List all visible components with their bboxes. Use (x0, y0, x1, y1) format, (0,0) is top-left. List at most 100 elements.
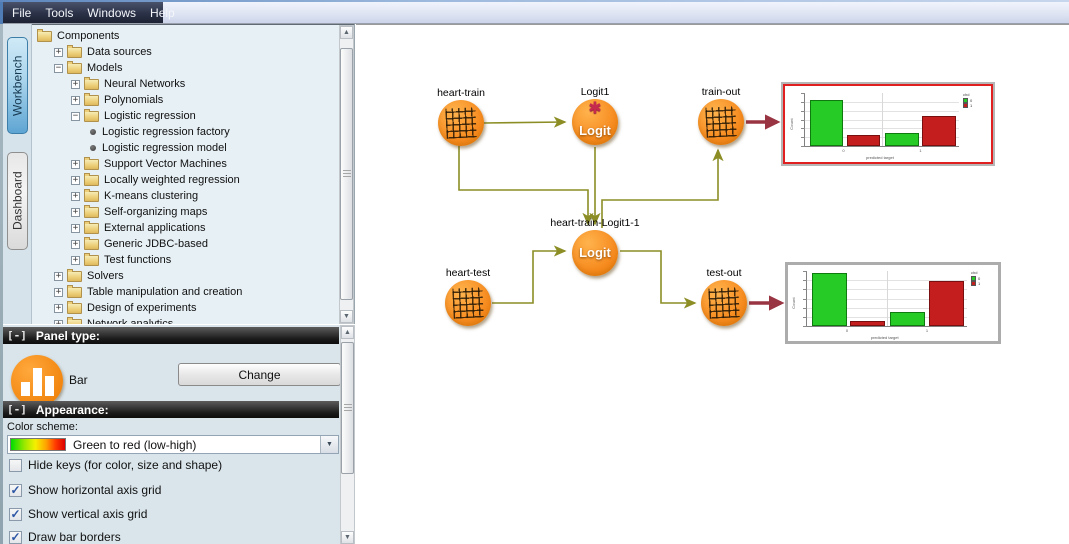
chevron-down-icon[interactable]: ▼ (320, 436, 338, 453)
collapse-icon[interactable]: [-] (7, 329, 27, 342)
folder-icon (84, 255, 99, 266)
expand-icon[interactable]: + (71, 240, 80, 249)
side-tab-workbench[interactable]: Workbench (7, 37, 28, 134)
tree-item-support-vector-machines[interactable]: + Support Vector Machines (33, 156, 337, 172)
node-heart-test[interactable] (445, 280, 491, 326)
tree-item-network-analytics[interactable]: +Network analytics (33, 316, 337, 324)
expand-icon[interactable]: + (71, 256, 80, 265)
tree-item-design-of-experiments[interactable]: +Design of experiments (33, 300, 337, 316)
menu-file[interactable]: File (12, 6, 31, 20)
collapse-icon[interactable]: − (71, 112, 80, 121)
tree-item-external-applications[interactable]: +External applications (33, 220, 337, 236)
y-tick (803, 326, 807, 327)
tree-item-data-sources[interactable]: +Data sources (33, 44, 337, 60)
scroll-down-icon[interactable]: ▼ (341, 531, 354, 544)
scroll-up-icon[interactable]: ▲ (341, 326, 354, 339)
option-draw-bar-borders[interactable]: ✓Draw bar borders (9, 530, 121, 544)
folder-icon (67, 287, 82, 298)
train-out-chart-thumbnail[interactable]: Countpredicted target01chd01 (781, 82, 995, 166)
tree-item-polynomials[interactable]: +Polynomials (33, 92, 337, 108)
node-text: Logit (572, 123, 618, 138)
expand-icon[interactable]: + (71, 160, 80, 169)
x-tick-label: 0 (846, 328, 848, 333)
node-train-out[interactable] (698, 99, 744, 145)
expand-icon[interactable]: + (71, 80, 80, 89)
tree-item-self-organizing-maps[interactable]: +Self-organizing maps (33, 204, 337, 220)
change-button[interactable]: Change (178, 363, 341, 386)
collapse-icon[interactable]: [-] (7, 403, 27, 416)
node-test-out[interactable] (701, 280, 747, 326)
expand-icon[interactable]: + (54, 304, 63, 313)
node-heart-train-Logit1-1[interactable]: Logit (572, 230, 618, 276)
expand-icon[interactable]: + (54, 288, 63, 297)
folder-icon (84, 95, 99, 106)
expand-icon[interactable]: + (54, 48, 63, 57)
appearance-header[interactable]: [-] Appearance: (3, 401, 339, 418)
expand-icon[interactable]: + (71, 96, 80, 105)
folder-icon (84, 207, 99, 218)
node-label-heart-test: heart-test (446, 267, 490, 279)
tree-item-components[interactable]: Components (33, 28, 337, 44)
component-tree: Components+Data sources−Models+Neural Ne… (33, 28, 337, 324)
side-tab-dashboard[interactable]: Dashboard (7, 152, 28, 250)
collapse-icon[interactable]: − (54, 64, 63, 73)
tree-item-models[interactable]: −Models (33, 60, 337, 76)
bar-1-0 (885, 133, 919, 146)
y-tick (801, 102, 805, 103)
checkbox-checked-icon[interactable]: ✓ (9, 508, 22, 521)
option-hide-keys-for-color-size-and-s[interactable]: Hide keys (for color, size and shape) (9, 458, 222, 472)
tree-item-locally-weighted-regression[interactable]: + Locally weighted regression (33, 172, 337, 188)
tree-item-logistic-regression[interactable]: −Logistic regression (33, 108, 337, 124)
bar-chart: Countpredicted target01chd01 (789, 266, 997, 340)
node-Logit1[interactable]: ✱Logit (572, 99, 618, 145)
props-scrollbar-thumb[interactable] (341, 342, 354, 474)
tree-item-k-means-clustering[interactable]: +K-means clustering (33, 188, 337, 204)
menu-windows[interactable]: Windows (87, 6, 136, 20)
tree-item-generic-jdbc-based[interactable]: + Generic JDBC-based (33, 236, 337, 252)
scroll-up-icon[interactable]: ▲ (340, 26, 353, 39)
expand-icon[interactable]: + (71, 192, 80, 201)
menubar-items: FileToolsWindowsHelp (3, 2, 163, 23)
panel-type-header[interactable]: [-] Panel type: (3, 327, 339, 344)
tree-item-label: Locally weighted regression (104, 174, 240, 186)
checkbox-unchecked-icon[interactable] (9, 459, 22, 472)
tree-scrollbar-thumb[interactable] (340, 48, 353, 300)
tree-item-table-manipulation-and-creation[interactable]: +Table manipulation and creation (33, 284, 337, 300)
y-tick (803, 317, 807, 318)
tree-item-test-functions[interactable]: + Test functions (33, 252, 337, 268)
expand-icon[interactable]: + (71, 224, 80, 233)
menu-help[interactable]: Help (150, 6, 175, 20)
tree-item-solvers[interactable]: +Solvers (33, 268, 337, 284)
workflow-canvas[interactable]: heart-trainLogit1✱Logittrain-outheart-tr… (356, 23, 1069, 544)
tree-item-label: Test functions (104, 254, 171, 266)
tree-item-logistic-regression-model[interactable]: Logistic regression model (33, 140, 337, 156)
dataset-grid-icon (705, 106, 737, 138)
tree-item-neural-networks[interactable]: +Neural Networks (33, 76, 337, 92)
expand-icon[interactable]: + (71, 176, 80, 185)
color-scheme-dropdown[interactable]: Green to red (low-high) ▼ (7, 435, 339, 454)
color-scheme-value: Green to red (low-high) (73, 438, 320, 452)
window-left-border (0, 0, 3, 544)
y-tick (803, 299, 807, 300)
node-label-test-out: test-out (706, 267, 741, 279)
legend-title: chd (971, 270, 994, 275)
tree-item-logistic-regression-factory[interactable]: Logistic regression factory (33, 124, 337, 140)
option-show-horizontal-axis-grid[interactable]: ✓Show horizontal axis grid (9, 483, 161, 497)
option-show-vertical-axis-grid[interactable]: ✓Show vertical axis grid (9, 507, 147, 521)
tree-item-label: Generic JDBC-based (104, 238, 208, 250)
x-axis-label: predicted target (866, 155, 894, 160)
tree-item-label: Support Vector Machines (104, 158, 227, 170)
test-out-chart-thumbnail[interactable]: Countpredicted target01chd01 (785, 262, 1001, 344)
app-window: FileToolsWindowsHelp WorkbenchDashboard … (0, 0, 1069, 544)
expand-icon[interactable]: + (54, 272, 63, 281)
folder-icon (84, 223, 99, 234)
expand-icon[interactable]: + (71, 208, 80, 217)
menu-tools[interactable]: Tools (45, 6, 73, 20)
checkbox-checked-icon[interactable]: ✓ (9, 531, 22, 544)
checkbox-checked-icon[interactable]: ✓ (9, 484, 22, 497)
tree-scrollbar[interactable]: ▲ ▼ (339, 25, 354, 324)
node-heart-train[interactable] (438, 100, 484, 146)
scroll-down-icon[interactable]: ▼ (340, 310, 353, 323)
edge-heart-train_to_Logit1 (484, 122, 565, 123)
props-scrollbar[interactable]: ▲ ▼ (340, 325, 355, 544)
